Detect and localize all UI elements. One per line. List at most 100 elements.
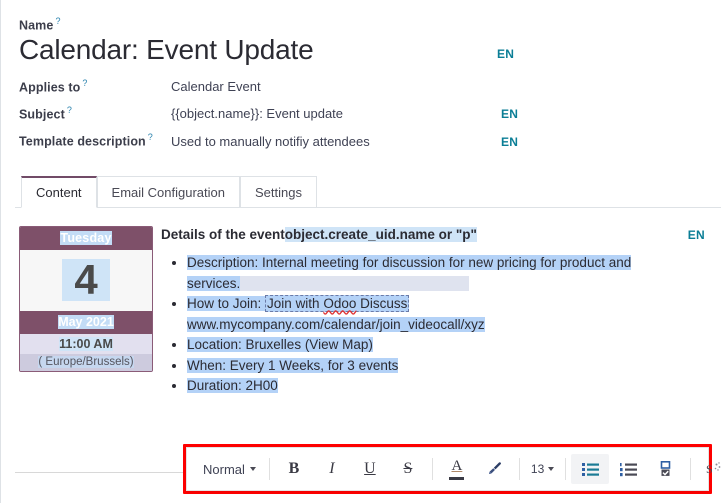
tab-list: Content Email Configuration Settings [15,175,721,208]
join-link-brand: Odoo [323,296,357,312]
help-tooltip-icon[interactable]: ? [82,78,87,88]
bulleted-list-button[interactable] [571,454,610,484]
italic-icon: I [329,460,335,477]
calendar-timezone-text: ( Europe/Brussels) [38,355,134,368]
help-tooltip-icon[interactable]: ? [148,132,153,142]
template-description-label-cell: Template description? [19,132,171,148]
tab-email-configuration[interactable]: Email Configuration [96,175,240,208]
calendar-date-card: Tuesday 4 May 2021 11:00 AM ( Europe/Bru… [19,225,153,372]
calendar-day-of-week: Tuesday [20,226,152,250]
list-item: How to Join: Join with Odoo Discuss www.… [187,294,705,335]
toolbar-separator [565,458,567,480]
font-color-icon: A [449,457,465,480]
calendar-timezone: ( Europe/Brussels) [20,353,152,371]
title-translate-badge[interactable]: EN [497,47,514,61]
paragraph-style-dropdown[interactable]: Normal [193,454,264,484]
template-description-value[interactable]: Used to manually notifiy attendees [171,134,501,149]
list-item: Duration: 2H00 [187,376,705,397]
numbered-list-icon [619,462,637,477]
bullet-description-continuation: services. [187,275,241,291]
bold-button[interactable]: B [275,454,313,484]
chevron-down-icon [548,467,555,471]
numbered-list-button[interactable] [609,454,647,484]
font-color-swatch [449,476,465,480]
bulleted-list-icon [581,462,599,477]
brush-icon [486,460,504,478]
calendar-month-year-text: May 2021 [58,314,114,329]
svg-text:S: S [706,462,713,476]
toolbar-separator [690,458,692,480]
clear-formatting-icon: S [706,461,721,477]
field-row-template-description: Template description? Used to manually n… [19,132,721,148]
join-link-pre: Join with [267,296,324,312]
title-row: Calendar: Event Update EN [19,34,721,66]
name-field-label-row: Name? [19,16,721,32]
subject-translate-badge[interactable]: EN [501,107,518,121]
font-size-dropdown[interactable]: 13 [525,454,560,484]
body-translate-badge[interactable]: EN [688,228,705,242]
tab-content[interactable]: Content [21,175,97,208]
italic-button[interactable]: I [313,454,351,484]
underline-button[interactable]: U [351,454,389,484]
strikethrough-button[interactable]: S [389,454,427,484]
subject-translate-cell: EN [501,106,541,121]
email-body-editor[interactable]: Details of the eventobject.create_uid.na… [161,226,721,398]
editor-toolbar: Normal B I U S A 13 S [186,447,721,491]
calendar-day-number: 4 [62,258,110,301]
font-size-label: 13 [530,462,545,476]
template-description-translate-badge[interactable]: EN [501,135,518,149]
body-heading-prefix: Details of the event [161,226,285,242]
subject-label-cell: Subject? [19,105,171,121]
calendar-time-text: 11:00 AM [59,336,113,351]
font-color-letter: A [451,457,463,474]
tab-settings[interactable]: Settings [240,175,317,208]
bullet-how-to-join-label: How to Join: [187,296,266,312]
toolbar-separator [431,458,433,480]
calendar-day-of-week-text: Tuesday [60,230,112,245]
applies-to-label: Applies to [19,79,81,94]
applies-to-value[interactable]: Calendar Event [171,79,501,94]
template-description-translate-cell: EN [501,134,541,149]
editor-toolbar-highlight: Normal B I U S A 13 S [183,444,721,494]
bold-icon: B [288,460,300,477]
background-color-button[interactable] [476,454,514,484]
help-tooltip-icon[interactable]: ? [55,16,60,26]
paragraph-style-label: Normal [203,461,245,477]
join-link-post: Discuss [356,296,408,312]
join-link-chip[interactable]: Join with Odoo Discuss [265,295,410,313]
form-header: Name? Calendar: Event Update EN Applies … [1,0,721,149]
bullet-when: When: Every 1 Weeks, for 3 events [187,357,399,373]
tab-panel-content: Tuesday 4 May 2021 11:00 AM ( Europe/Bru… [1,208,721,398]
applies-to-label-cell: Applies to? [19,78,171,94]
checklist-button[interactable] [647,454,685,484]
body-heading: Details of the eventobject.create_uid.na… [161,226,477,245]
bullet-duration: Duration: 2H00 [187,378,278,394]
underline-icon: U [364,460,376,477]
field-row-applies-to: Applies to? Calendar Event [19,78,721,94]
list-item: Description: Internal meeting for discus… [187,253,705,294]
body-bullet-list: Description: Internal meeting for discus… [161,253,705,397]
chevron-down-icon [249,467,256,471]
list-item: Location: Bruxelles (View Map) [187,335,705,356]
help-tooltip-icon[interactable]: ? [67,105,72,115]
bullet-videocall-url[interactable]: www.mycompany.com/calendar/join_videocal… [187,316,485,332]
calendar-month-year: May 2021 [20,310,152,334]
calendar-widget-column: Tuesday 4 May 2021 11:00 AM ( Europe/Bru… [1,225,161,398]
field-row-subject: Subject? {{object.name}}: Event update E… [19,105,721,121]
name-field-label: Name [19,18,54,33]
notebook: Content Email Configuration Settings [1,175,721,208]
selection-tail [240,275,470,291]
font-color-button[interactable]: A [438,454,476,484]
strikethrough-icon: S [403,460,413,477]
toolbar-separator [268,458,270,480]
subject-value[interactable]: {{object.name}}: Event update [171,106,501,121]
subject-label: Subject [19,107,65,122]
template-description-label: Template description [19,134,146,149]
page-title[interactable]: Calendar: Event Update [19,34,497,66]
bullet-location: Location: Bruxelles (View Map) [187,337,373,353]
clear-formatting-button[interactable]: S [696,454,721,484]
body-heading-placeholder: object.create_uid.name or "p" [284,226,477,242]
body-heading-row: Details of the eventobject.create_uid.na… [161,226,705,245]
toolbar-separator [518,458,520,480]
bullet-description-text: Description: Internal meeting for discus… [187,255,632,271]
